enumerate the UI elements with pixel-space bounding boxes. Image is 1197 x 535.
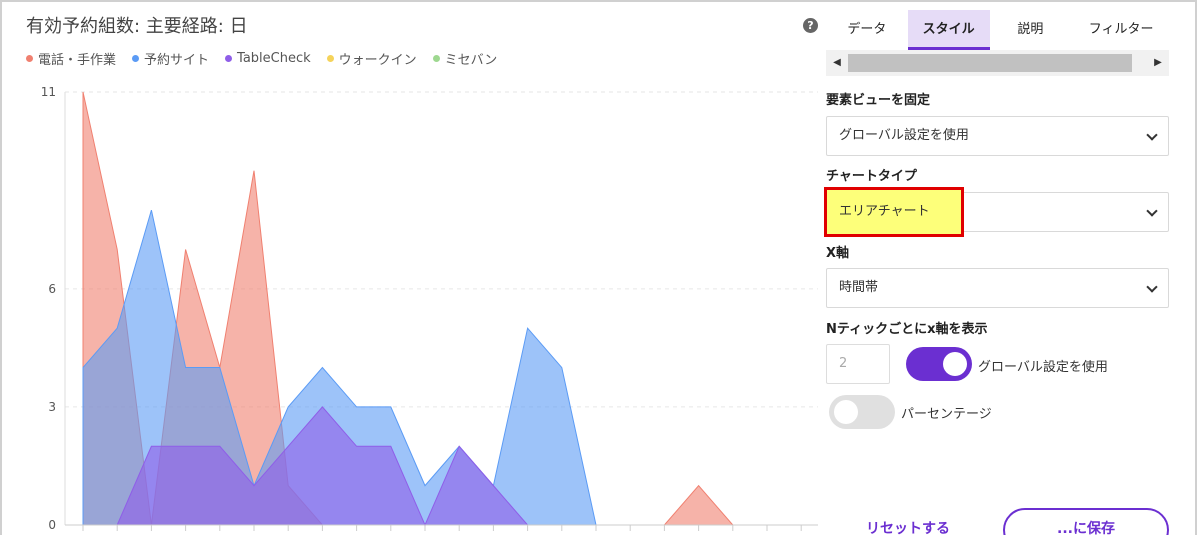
percentage-toggle[interactable]: [829, 395, 895, 429]
legend-dot-icon: [326, 55, 334, 62]
legend-label: ウォークイン: [338, 53, 417, 68]
n-tick-label: Nティックごとにx軸を表示: [826, 322, 988, 337]
global-setting-toggle-label: グローバル設定を使用: [978, 360, 1108, 375]
reset-button[interactable]: リセットする: [866, 518, 950, 535]
n-tick-input[interactable]: 2: [826, 344, 890, 384]
chart-legend: 電話・手作業 予約サイト TableCheck ウォークイン ミセバン: [26, 49, 497, 68]
toggle-knob: [943, 352, 967, 376]
legend-label: 予約サイト: [144, 53, 210, 68]
y-tick-label: 3: [48, 400, 56, 414]
chart-type-select[interactable]: エリアチャート: [824, 187, 1169, 237]
scrollbar-thumb[interactable]: [848, 54, 1132, 72]
chevron-down-icon: [1146, 281, 1158, 293]
global-setting-toggle[interactable]: [906, 347, 972, 381]
pin-view-value: グローバル設定を使用: [839, 128, 969, 143]
tab-data[interactable]: データ: [826, 10, 908, 50]
style-panel: データ スタイル 説明 フィルター ◀ ▶ 要素ビューを固定 グローバル設定を使…: [824, 0, 1171, 535]
legend-item-walkin[interactable]: ウォークイン: [326, 49, 417, 68]
y-tick-label: 0: [48, 518, 56, 532]
scroll-right-icon[interactable]: ▶: [1149, 50, 1167, 76]
tab-style[interactable]: スタイル: [907, 10, 990, 50]
pin-view-select[interactable]: グローバル設定を使用: [826, 116, 1169, 156]
area-chart: 0 3 6 11: [41, 85, 818, 532]
toggle-knob: [834, 400, 858, 424]
legend-dot-icon: [432, 55, 440, 62]
legend-dot-icon: [225, 55, 233, 62]
chevron-down-icon: [1146, 129, 1158, 141]
legend-item-booking-site[interactable]: 予約サイト: [132, 49, 209, 68]
legend-item-miseban[interactable]: ミセバン: [432, 49, 498, 68]
legend-label: 電話・手作業: [38, 53, 117, 68]
scroll-left-icon[interactable]: ◀: [828, 50, 846, 76]
legend-label: TableCheck: [237, 51, 311, 66]
legend-item-tablecheck[interactable]: TableCheck: [225, 49, 311, 68]
chart-type-label: チャートタイプ: [826, 169, 917, 184]
legend-dot-icon: [132, 55, 140, 62]
legend-item-phone[interactable]: 電話・手作業: [26, 49, 116, 68]
panel-tabs: データ スタイル 説明 フィルター: [826, 10, 1171, 50]
tab-filter[interactable]: フィルター: [1071, 10, 1171, 50]
x-axis-value: 時間帯: [839, 280, 879, 295]
y-tick-label: 11: [41, 85, 56, 99]
chevron-down-icon: [1146, 205, 1158, 217]
save-to-button[interactable]: ...に保存: [1003, 508, 1169, 535]
legend-label: ミセバン: [444, 53, 498, 68]
legend-dot-icon: [26, 55, 33, 62]
chart-type-value: エリアチャート: [839, 204, 930, 219]
tab-description[interactable]: 説明: [990, 10, 1072, 50]
percentage-toggle-label: パーセンテージ: [901, 407, 992, 422]
pin-view-label: 要素ビューを固定: [826, 93, 931, 108]
x-axis-select[interactable]: 時間帯: [826, 268, 1169, 308]
x-axis-label: X軸: [826, 246, 850, 261]
y-tick-label: 6: [48, 282, 56, 296]
chart-title: 有効予約組数: 主要経路: 日: [26, 16, 248, 37]
tabs-scrollbar[interactable]: ◀ ▶: [826, 50, 1169, 76]
help-icon[interactable]: ?: [803, 18, 818, 33]
